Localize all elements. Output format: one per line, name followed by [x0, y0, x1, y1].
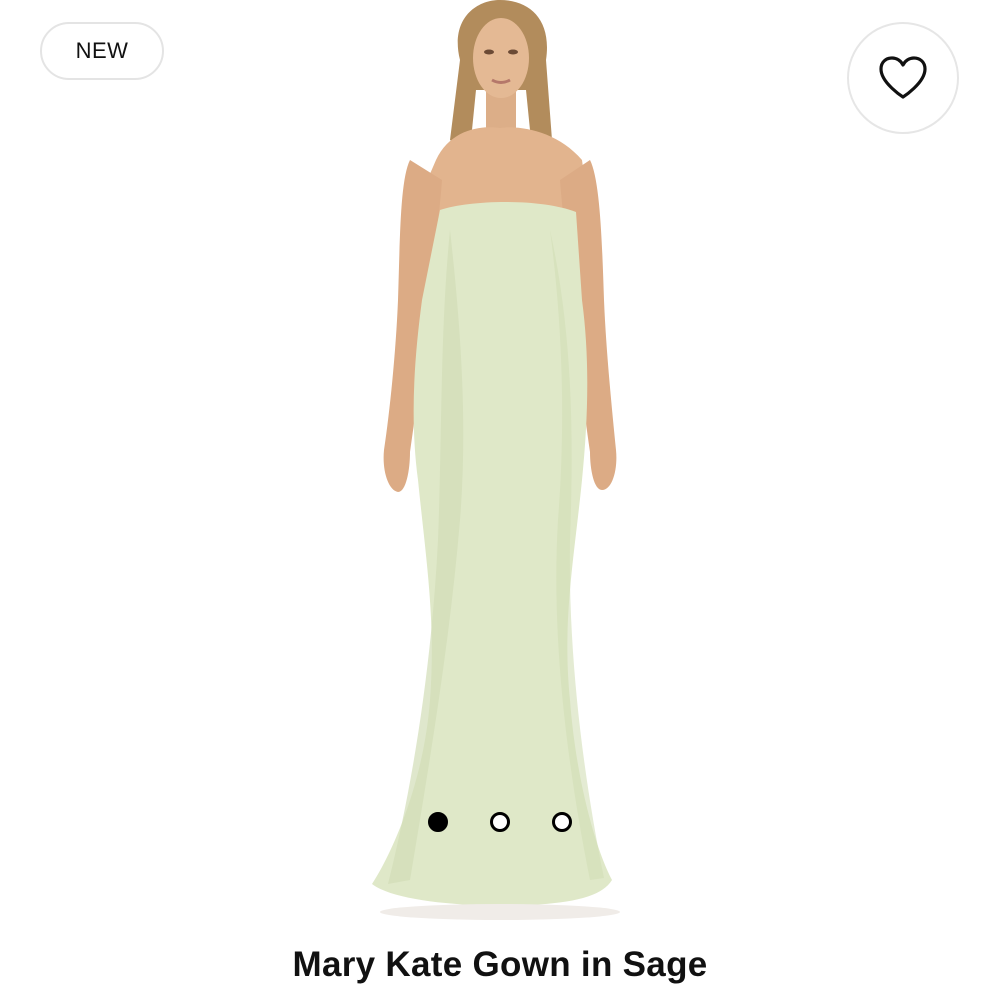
carousel-dot-2[interactable] — [490, 812, 510, 832]
face — [473, 18, 529, 98]
new-badge-label: NEW — [75, 38, 129, 63]
product-image[interactable] — [300, 0, 700, 930]
product-title[interactable]: Mary Kate Gown in Sage — [0, 945, 1000, 985]
carousel-dot-3[interactable] — [552, 812, 572, 832]
heart-outline-icon — [879, 56, 927, 99]
product-card: NEW Mary Kate Gown in Sage — [0, 0, 1000, 1000]
carousel-indicators — [0, 812, 1000, 840]
favorite-button[interactable] — [847, 22, 959, 134]
new-badge: NEW — [40, 22, 164, 80]
carousel-dot-1[interactable] — [428, 812, 448, 832]
